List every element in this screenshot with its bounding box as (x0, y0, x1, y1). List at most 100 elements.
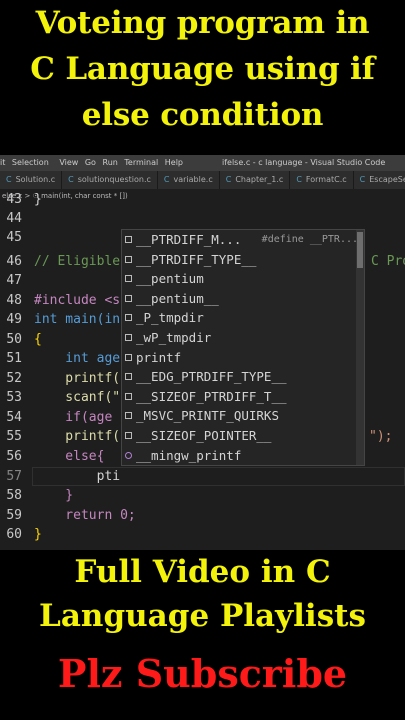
suggestion-label: __PTRDIFF_M... (136, 232, 242, 247)
line-text: #include <s (34, 293, 121, 308)
c-file-icon: C (225, 175, 232, 184)
suggestion-item[interactable]: __pentium (122, 269, 364, 289)
line-number: 54 (6, 410, 22, 425)
code-line: 43} (0, 190, 405, 210)
footer-line-2: Language Playlists (39, 598, 366, 634)
tab-chapter-1[interactable]: C Chapter_1.c (219, 171, 291, 189)
line-number: 46 (6, 254, 22, 269)
text-icon (125, 236, 132, 243)
line-number: 51 (6, 351, 22, 366)
current-line-highlight (32, 467, 405, 486)
line-text: } (34, 192, 42, 207)
suggestion-item[interactable]: __SIZEOF_POINTER__ (122, 426, 364, 446)
line-number: 43 (6, 192, 22, 207)
footer-caption: Full Video in C Language Playlists Plz S… (0, 550, 405, 720)
line-number: 49 (6, 312, 22, 327)
menu-item-selection[interactable]: Selection (12, 158, 49, 167)
scrollbar-thumb[interactable] (357, 232, 363, 268)
line-number: 60 (6, 527, 22, 542)
line-text-right: C Pro (371, 254, 405, 269)
suggestion-item[interactable]: _P_tmpdir (122, 308, 364, 328)
line-number: 57 (6, 469, 22, 484)
line-number: 44 (6, 211, 22, 226)
suggestion-label: _MSVC_PRINTF_QUIRKS (136, 408, 279, 424)
line-number: 47 (6, 273, 22, 288)
menu-item-terminal[interactable]: Terminal (124, 158, 158, 167)
line-text: } (34, 488, 74, 503)
line-text: else{ (34, 449, 105, 464)
text-icon (125, 373, 132, 381)
text-icon (125, 412, 132, 420)
code-line: 59 return 0; (0, 506, 405, 526)
code-line: 60} (0, 525, 405, 545)
line-text-right: "); (369, 429, 393, 444)
tab-solutionquestion[interactable]: Csolutionquestion.c (62, 171, 158, 189)
line-number: 48 (6, 293, 22, 308)
menu-item-view[interactable]: View (59, 158, 78, 167)
c-file-icon: C (68, 175, 74, 184)
line-number: 50 (6, 332, 22, 347)
suggestion-item[interactable]: __EDG_PTRDIFF_TYPE__ (122, 367, 364, 387)
tab-label: solutionquestion.c (77, 175, 151, 184)
title-line-2: C Language using if (30, 51, 375, 87)
line-number: 59 (6, 508, 22, 523)
text-icon (125, 353, 132, 361)
intellisense-suggestion-list[interactable]: __PTRDIFF_M... #define __PTR... __PTRDIFF… (121, 229, 365, 466)
tab-formatc[interactable]: C FormatC.c (290, 171, 354, 189)
editor-tabs: C Solution.c Csolutionquestion.c Cvariabl… (0, 171, 405, 189)
line-number: 55 (6, 429, 22, 444)
suggestion-item[interactable]: _MSVC_PRINTF_QUIRKS (122, 406, 364, 426)
suggestion-label: _P_tmpdir (136, 310, 204, 326)
subscribe-text: Plz Subscribe (57, 651, 348, 696)
tab-variable[interactable]: Cvariable.c (157, 171, 220, 189)
suggestion-label: __SIZEOF_POINTER__ (136, 427, 272, 443)
suggestion-label: printf (136, 349, 182, 365)
menu-item-go[interactable]: Go (85, 158, 96, 167)
text-icon (125, 314, 132, 322)
menu-item-edit[interactable]: it (0, 158, 5, 167)
line-text: printf( (34, 371, 121, 386)
menu-item-help[interactable]: Help (165, 158, 183, 167)
text-icon (125, 275, 132, 283)
footer-line-1: Full Video in C (74, 554, 331, 590)
suggestion-item[interactable]: _wP_tmpdir (122, 328, 364, 348)
text-icon (125, 392, 132, 400)
menu-item-run[interactable]: Run (103, 158, 118, 167)
line-number: 45 (6, 230, 22, 245)
suggestion-item[interactable]: __mingw_printf (122, 446, 364, 465)
line-text: { (34, 332, 42, 347)
line-number: 56 (6, 449, 22, 464)
line-text: if(age (34, 410, 113, 425)
line-text: return 0; (34, 508, 136, 523)
tab-label: variable.c (173, 175, 213, 184)
line-text: int main(in (34, 312, 121, 327)
line-text: } (34, 527, 42, 542)
suggestion-label: __PTRDIFF_TYPE__ (136, 251, 257, 267)
tab-label: Chapter_1.c (235, 175, 284, 184)
text-icon (125, 431, 132, 439)
line-number: 53 (6, 390, 22, 405)
suggestion-item[interactable]: printf (122, 348, 364, 368)
suggestion-label: __pentium__ (136, 290, 219, 306)
suggestion-item[interactable]: __SIZEOF_PTRDIFF_T__ (122, 387, 364, 407)
tab-label: EscapeSeq (369, 175, 405, 184)
c-file-icon: C (163, 175, 170, 184)
title-line-3: else condition (81, 97, 324, 133)
suggestion-item[interactable]: __pentium__ (122, 289, 364, 309)
suggestion-label: __EDG_PTRDIFF_TYPE__ (136, 369, 287, 385)
tab-label: Solution.c (15, 175, 56, 184)
text-icon (125, 294, 132, 302)
line-text: printf( (34, 429, 121, 444)
suggestion-label: _wP_tmpdir (136, 329, 212, 345)
suggestion-label: __mingw_printf (136, 447, 242, 463)
suggestion-item[interactable]: __PTRDIFF_TYPE__ (122, 250, 364, 270)
title-line-1: Voteing program in (35, 5, 370, 41)
tab-escapeseq[interactable]: CEscapeSeq (353, 171, 405, 189)
suggestion-scrollbar[interactable] (356, 230, 364, 465)
tab-solution[interactable]: C Solution.c (0, 171, 63, 189)
line-text: // Eligible (34, 254, 121, 269)
line-number: 58 (6, 488, 22, 503)
line-text: scanf(" (34, 390, 121, 405)
code-line: 58 } (0, 486, 405, 506)
suggestion-item[interactable]: __PTRDIFF_M... #define __PTR... (122, 230, 364, 250)
